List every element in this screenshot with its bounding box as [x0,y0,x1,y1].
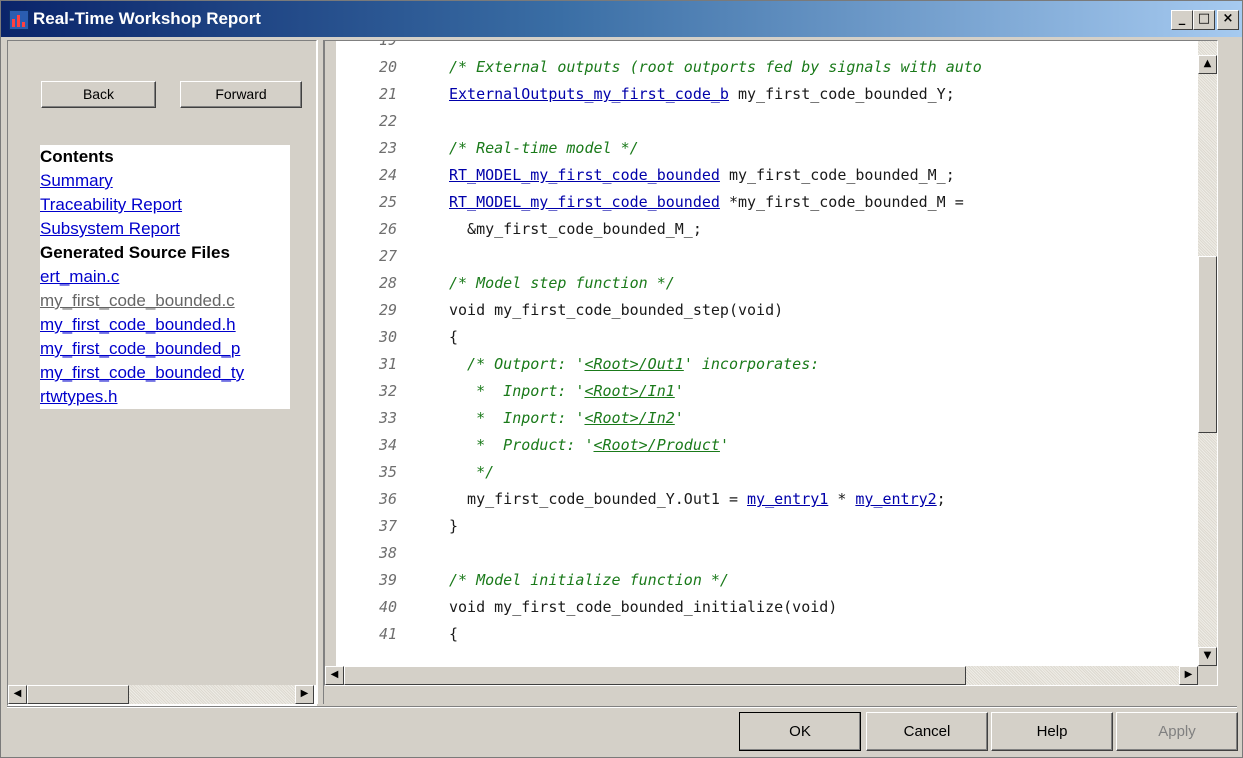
app-icon [9,10,29,30]
block-link[interactable]: <Root>/Out1 [584,355,683,373]
file-link-current[interactable]: my_first_code_bounded.c [40,289,290,313]
ok-button[interactable]: OK [739,712,861,751]
traceability-report-link[interactable]: Traceability Report [40,193,290,217]
toc-pane: Back Forward Contents Summary Traceabili… [7,40,317,706]
apply-button[interactable]: Apply [1116,712,1238,751]
close-icon[interactable]: × [1217,10,1239,30]
contents-heading: Contents [40,147,114,166]
type-link[interactable]: RT_MODEL_my_first_code_bounded [449,166,720,184]
scroll-right-icon[interactable]: ▶ [295,685,314,704]
scroll-down-icon[interactable]: ▼ [1198,647,1217,666]
summary-link[interactable]: Summary [40,169,290,193]
report-window: Real-Time Workshop Report _ □ × Back For… [0,0,1243,758]
code-hscrollbar[interactable]: ◀ ▶ [325,666,1198,685]
file-link[interactable]: ert_main.c [40,265,290,289]
file-link[interactable]: my_first_code_bounded_ty [40,361,290,385]
block-link[interactable]: <Root>/Product [594,436,720,454]
code-pane: 19 20/* External outputs (root outports … [324,40,1218,686]
var-link[interactable]: my_entry2 [855,490,936,508]
scroll-right-icon[interactable]: ▶ [1179,666,1198,685]
code-pane-margin [325,41,336,685]
title-bar[interactable]: Real-Time Workshop Report _ □ × [1,1,1242,37]
subsystem-report-link[interactable]: Subsystem Report [40,217,290,241]
code-vscroll-thumb[interactable] [1198,256,1217,433]
minimize-icon[interactable]: _ [1171,10,1193,30]
scroll-left-icon[interactable]: ◀ [325,666,344,685]
generated-files-heading: Generated Source Files [40,243,230,262]
block-link[interactable]: <Root>/In2 [584,409,674,427]
code-hscroll-thumb[interactable] [344,666,966,685]
left-hscroll-thumb[interactable] [27,685,129,704]
button-separator [7,706,1237,708]
file-link[interactable]: rtwtypes.h [40,385,290,409]
scroll-up-icon[interactable]: ▲ [1198,55,1217,74]
type-link[interactable]: ExternalOutputs_my_first_code_b [449,85,729,103]
cancel-button[interactable]: Cancel [866,712,988,751]
block-link[interactable]: <Root>/In1 [584,382,674,400]
help-button[interactable]: Help [991,712,1113,751]
back-button[interactable]: Back [41,81,156,108]
window-title: Real-Time Workshop Report [33,9,261,28]
file-link[interactable]: my_first_code_bounded.h [40,313,290,337]
left-hscrollbar[interactable]: ◀ ▶ [8,685,314,704]
type-link[interactable]: RT_MODEL_my_first_code_bounded [449,193,720,211]
code-vscrollbar[interactable]: ▲ ▼ [1198,41,1217,666]
file-link[interactable]: my_first_code_bounded_p [40,337,290,361]
table-of-contents: Contents Summary Traceability Report Sub… [40,145,290,409]
forward-button[interactable]: Forward [180,81,302,108]
scroll-corner [1198,666,1217,685]
maximize-icon[interactable]: □ [1193,10,1215,30]
pane-splitter[interactable] [317,40,324,704]
var-link[interactable]: my_entry1 [747,490,828,508]
scroll-left-icon[interactable]: ◀ [8,685,27,704]
